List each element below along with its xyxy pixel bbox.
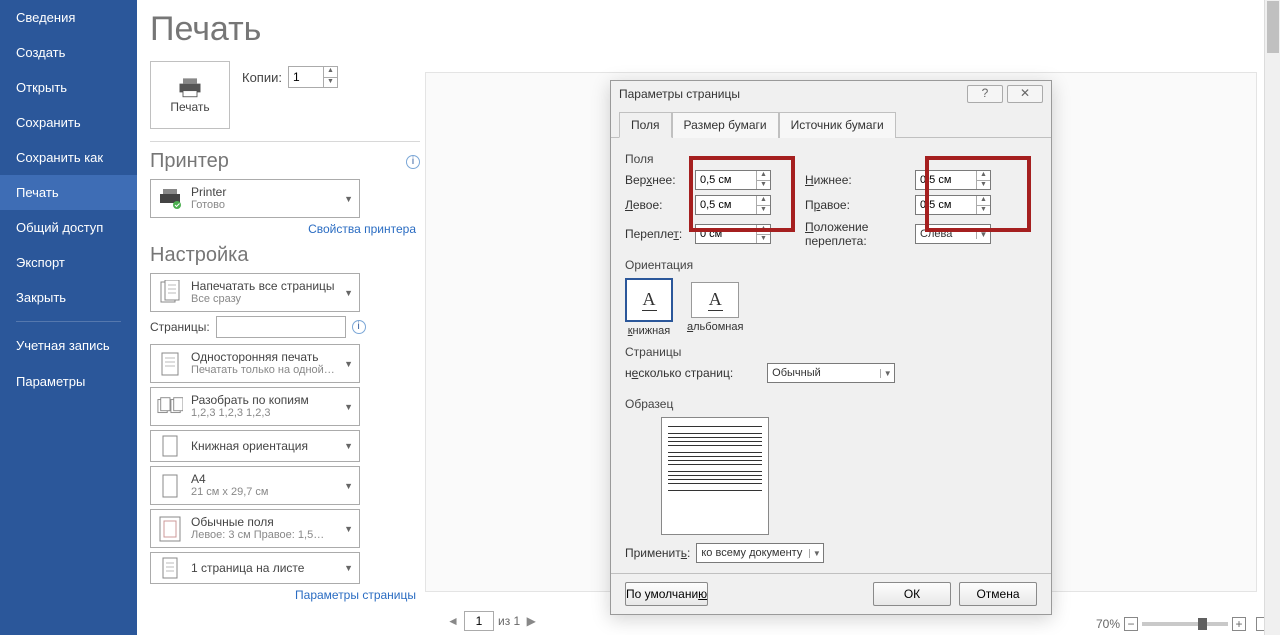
top-spinner[interactable]: ▲▼ (695, 170, 771, 190)
nav-close[interactable]: Закрыть (0, 280, 137, 315)
chevron-down-icon: ▼ (344, 402, 353, 412)
pages-icon (157, 278, 183, 308)
window-scrollbar[interactable] (1264, 0, 1280, 635)
apply-label: Применить: (625, 546, 690, 560)
pages-per-sheet-select[interactable]: 1 страница на листе ▼ (150, 552, 360, 584)
right-spinner[interactable]: ▲▼ (915, 195, 991, 215)
printer-select[interactable]: PrinterГотово ▼ (150, 179, 360, 218)
gutter-spinner[interactable]: ▲▼ (695, 224, 771, 244)
fields-group-label: Поля (625, 152, 1037, 166)
nav-share[interactable]: Общий доступ (0, 210, 137, 245)
paper-icon (157, 471, 183, 501)
chevron-down-icon: ▼ (344, 288, 353, 298)
info-icon[interactable]: i (352, 320, 366, 334)
info-icon[interactable]: i (406, 155, 420, 169)
portrait-icon (157, 431, 183, 461)
zoom-slider[interactable] (1142, 622, 1228, 626)
nav-account[interactable]: Учетная запись (0, 328, 137, 364)
nav-save[interactable]: Сохранить (0, 105, 137, 140)
printer-icon (176, 76, 204, 100)
pages-input[interactable] (216, 316, 346, 338)
print-range-select[interactable]: Напечатать все страницыВсе сразу ▼ (150, 273, 360, 312)
zoom-value: 70% (1096, 617, 1120, 631)
page-setup-link[interactable]: Параметры страницы (150, 588, 416, 602)
nav-info[interactable]: Сведения (0, 0, 137, 35)
copies-input[interactable] (289, 67, 323, 87)
sample-preview (661, 417, 769, 535)
sample-label: Образец (625, 397, 1037, 411)
top-label: Верхнее: (625, 173, 695, 187)
nav-options[interactable]: Параметры (0, 364, 137, 399)
paper-size-select[interactable]: A421 см x 29,7 см ▼ (150, 466, 360, 505)
copies-label: Копии: (242, 70, 282, 85)
bottom-label: Нижнее: (785, 173, 915, 187)
printer-status-icon (157, 184, 183, 214)
cancel-button[interactable]: Отмена (959, 582, 1037, 606)
sides-select[interactable]: Односторонняя печатьПечатать только на о… (150, 344, 360, 383)
chevron-down-icon: ▼ (344, 524, 353, 534)
printer-heading: Принтер (150, 150, 229, 173)
page-total: из 1 (498, 614, 520, 628)
nav-new[interactable]: Создать (0, 35, 137, 70)
print-button[interactable]: Печать (150, 61, 230, 129)
spinner-down-icon[interactable]: ▼ (324, 78, 337, 88)
gutter-pos-select[interactable]: Слева▼ (915, 224, 991, 244)
dialog-title: Параметры страницы (619, 87, 963, 101)
zoom-out-button[interactable]: − (1124, 617, 1138, 631)
nav-open[interactable]: Открыть (0, 70, 137, 105)
zoom-controls: 70% − + (1096, 617, 1272, 631)
collate-select[interactable]: Разобрать по копиям1,2,3 1,2,3 1,2,3 ▼ (150, 387, 360, 426)
chevron-down-icon: ▼ (344, 194, 353, 204)
landscape-option[interactable]: Aальбомная (687, 278, 743, 337)
tab-margins[interactable]: Поля (619, 112, 672, 138)
printer-properties-link[interactable]: Свойства принтера (150, 222, 416, 236)
tab-source[interactable]: Источник бумаги (779, 112, 896, 138)
default-button[interactable]: По умолчанию (625, 582, 708, 606)
chevron-down-icon: ▼ (344, 441, 353, 451)
ok-button[interactable]: ОК (873, 582, 951, 606)
apply-select[interactable]: ко всему документу▼ (696, 543, 824, 563)
one-page-icon (157, 553, 183, 583)
nav-saveas[interactable]: Сохранить как (0, 140, 137, 175)
page-number-input[interactable] (464, 611, 494, 631)
single-side-icon (157, 349, 183, 379)
nav-export[interactable]: Экспорт (0, 245, 137, 280)
tab-paper[interactable]: Размер бумаги (672, 112, 779, 138)
portrait-option[interactable]: Aкнижная (625, 278, 673, 337)
print-panel: Печать Печать Копии: ▲▼ Принтерi Printer… (150, 0, 420, 610)
margins-select[interactable]: Обычные поляЛевое: 3 см Правое: 1,5… ▼ (150, 509, 360, 548)
page-navigator: ◄ из 1 ▶ (446, 611, 538, 631)
bottom-spinner[interactable]: ▲▼ (915, 170, 991, 190)
orientation-label: Ориентация (625, 258, 1037, 272)
setup-heading: Настройка (150, 244, 248, 267)
left-label: Левое: (625, 198, 695, 212)
multi-label: несколько страниц: (625, 366, 733, 380)
orientation-select[interactable]: Книжная ориентация ▼ (150, 430, 360, 462)
pages-label: Страницы: (150, 320, 210, 334)
left-spinner[interactable]: ▲▼ (695, 195, 771, 215)
multi-select[interactable]: Обычный▼ (767, 363, 895, 383)
gutter-pos-label: Положение переплета: (785, 220, 915, 248)
chevron-down-icon: ▼ (344, 359, 353, 369)
nav-print[interactable]: Печать (0, 175, 137, 210)
zoom-in-button[interactable]: + (1232, 617, 1246, 631)
copies-spinner[interactable]: ▲▼ (288, 66, 338, 88)
collate-icon (157, 392, 183, 422)
prev-page-button[interactable]: ◄ (446, 614, 460, 628)
backstage-sidebar: Сведения Создать Открыть Сохранить Сохра… (0, 0, 137, 635)
chevron-down-icon: ▼ (344, 563, 353, 573)
margins-icon (157, 514, 183, 544)
gutter-label: Переплет: (625, 227, 695, 241)
page-setup-dialog: Параметры страницы ? ✕ Поля Размер бумаг… (610, 80, 1052, 615)
pages-group-label: Страницы (625, 345, 1037, 359)
next-page-button[interactable]: ▶ (524, 614, 538, 628)
help-button[interactable]: ? (967, 85, 1003, 103)
right-label: Правое: (785, 198, 915, 212)
close-button[interactable]: ✕ (1007, 85, 1043, 103)
chevron-down-icon: ▼ (344, 481, 353, 491)
page-title: Печать (150, 10, 420, 49)
spinner-up-icon[interactable]: ▲ (324, 67, 337, 78)
